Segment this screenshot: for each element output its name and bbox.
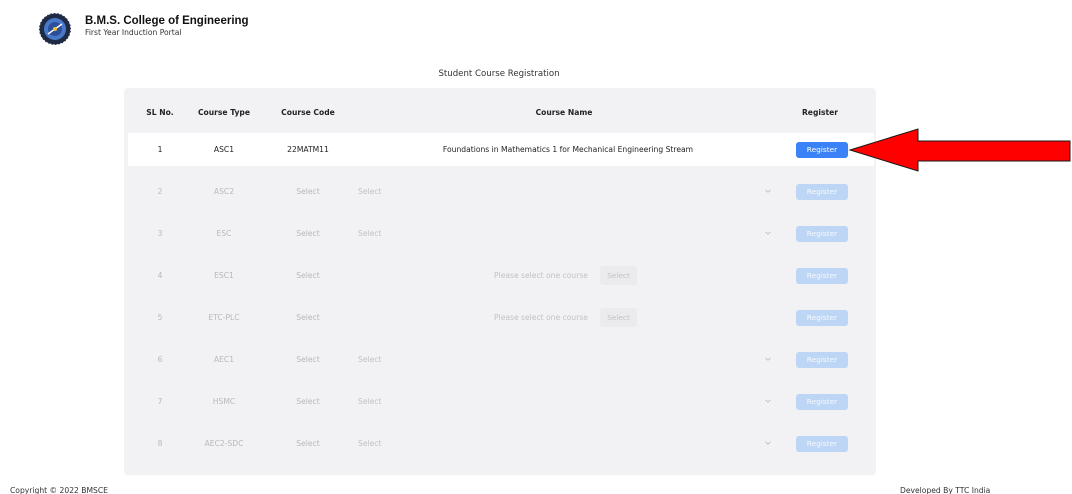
table-row: 3 ESC Select Select Register (128, 217, 874, 250)
column-header-course-type: Course Type (197, 108, 251, 117)
table-row: 5 ETC-PLC Select Please select one course Se… (128, 301, 874, 334)
course-code-select[interactable]: Select (272, 175, 344, 208)
table-row: 7 HSMC Select Select Register (128, 385, 874, 418)
course-code-select[interactable]: Select (272, 427, 344, 460)
chevron-down-icon[interactable] (764, 355, 772, 363)
course-hint: Please select one course (494, 313, 588, 322)
course-code-select[interactable]: Select (272, 343, 344, 376)
course-type: ASC2 (213, 187, 235, 196)
course-type: AEC1 (213, 355, 235, 364)
course-type: ESC (216, 229, 232, 238)
college-logo-icon (38, 12, 72, 46)
course-code-select[interactable]: Select (272, 259, 344, 292)
sl-no: 7 (157, 397, 163, 406)
course-type: ETC-PLC (208, 313, 240, 322)
portal-name: First Year Induction Portal (85, 28, 182, 37)
course-code-select[interactable]: Select (272, 301, 344, 334)
course-type: HSMC (212, 397, 236, 406)
sl-no: 3 (157, 229, 163, 238)
register-button[interactable]: Register (796, 394, 848, 410)
red-arrow-icon (848, 128, 1071, 172)
course-name-select[interactable]: Select (358, 217, 381, 250)
course-type: ESC1 (214, 271, 234, 280)
course-type: AEC2-SDC (204, 439, 244, 448)
footer-developer: Developed By TTC India (900, 486, 991, 494)
course-name-select[interactable]: Select (358, 427, 381, 460)
site-header: B.M.S. College of Engineering First Year… (38, 12, 249, 46)
register-button[interactable]: Register (796, 226, 848, 242)
register-button[interactable]: Register (796, 184, 848, 200)
sl-no: 5 (157, 313, 163, 322)
chevron-down-icon[interactable] (764, 187, 772, 195)
table-header: SL No. Course Type Course Code Course Na… (124, 108, 876, 122)
chevron-down-icon[interactable] (764, 439, 772, 447)
chevron-down-icon[interactable] (764, 229, 772, 237)
sl-no: 4 (157, 271, 163, 280)
course-select-button[interactable]: Select (600, 308, 637, 327)
sl-no: 1 (157, 145, 163, 154)
footer-copyright: Copyright © 2022 BMSCE (10, 486, 108, 494)
sl-no: 8 (157, 439, 163, 448)
course-name-select[interactable]: Select (358, 385, 381, 418)
register-button[interactable]: Register (796, 436, 848, 452)
course-code-select[interactable]: Select (272, 217, 344, 250)
course-select-button[interactable]: Select (600, 266, 637, 285)
table-row: 4 ESC1 Select Please select one course Selec… (128, 259, 874, 292)
column-header-register: Register (801, 108, 839, 117)
sl-no: 2 (157, 187, 163, 196)
college-name: B.M.S. College of Engineering (85, 15, 249, 27)
course-code: 22MATM11 (287, 145, 329, 154)
table-row: 8 AEC2-SDC Select Select Register (128, 427, 874, 460)
column-header-course-name: Course Name (535, 108, 593, 117)
register-button[interactable]: Register (796, 142, 848, 158)
page-title: Student Course Registration (438, 69, 560, 79)
column-header-course-code: Course Code (281, 108, 335, 117)
register-button[interactable]: Register (796, 352, 848, 368)
register-button[interactable]: Register (796, 310, 848, 326)
course-hint: Please select one course (494, 271, 588, 280)
table-row: 6 AEC1 Select Select Register (128, 343, 874, 376)
table-row: 2 ASC2 Select Select Register (128, 175, 874, 208)
course-code-select[interactable]: Select (272, 385, 344, 418)
course-type: ASC1 (213, 145, 235, 154)
column-header-sl: SL No. (146, 108, 174, 117)
course-name-select[interactable]: Select (358, 175, 381, 208)
chevron-down-icon[interactable] (764, 397, 772, 405)
course-name-select[interactable]: Select (358, 343, 381, 376)
table-row: 1 ASC1 22MATM11 Foundations in Mathematics … (128, 133, 874, 166)
course-name: Foundations in Mathematics 1 for Mechani… (442, 145, 694, 154)
registration-table: SL No. Course Type Course Code Course Na… (124, 88, 876, 475)
register-button[interactable]: Register (796, 268, 848, 284)
sl-no: 6 (157, 355, 163, 364)
